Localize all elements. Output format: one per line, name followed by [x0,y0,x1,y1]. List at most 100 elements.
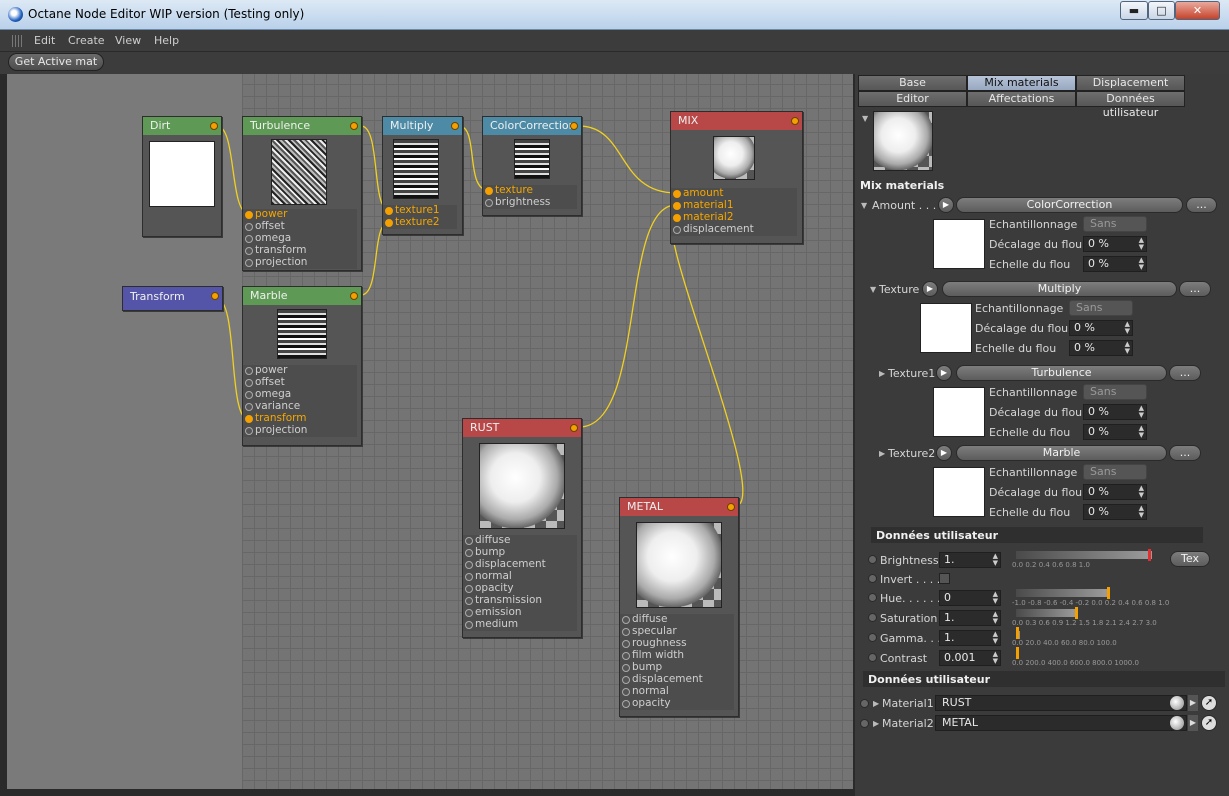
node-transform[interactable]: Transform [122,286,223,311]
amount-shader-button[interactable]: ColorCorrection [956,197,1183,213]
tex-button[interactable]: Tex [1170,551,1210,567]
collapse-arrow-icon[interactable]: ▼ [862,114,868,123]
texture2-more-button[interactable]: ... [1169,445,1201,461]
port-projection[interactable]: projection [243,425,357,437]
material2-anim-radio[interactable] [860,719,869,728]
port-texture2[interactable]: texture2 [383,217,457,229]
texture-link-button[interactable]: ▶ [922,281,938,297]
amount-more-button[interactable]: ... [1186,197,1217,213]
node-colorcorrection[interactable]: ColorCorrection texture brightness [482,116,582,216]
saturation-anim-radio[interactable] [868,613,877,622]
port-brightness[interactable]: brightness [483,197,577,209]
contrast-slider-handle[interactable] [1016,647,1019,659]
gamma-anim-radio[interactable] [868,633,877,642]
brightness-slider-handle[interactable] [1148,549,1151,561]
output-port[interactable] [211,292,219,300]
output-port[interactable] [570,122,578,130]
material1-anim-radio[interactable] [860,699,869,708]
material2-field[interactable]: METAL [935,715,1187,731]
node-marble[interactable]: Marble power offset omega variance trans… [242,286,362,446]
saturation-field[interactable]: 1. ▲ ▼ [939,610,1001,626]
tab-user-data[interactable]: Données utilisateur [1076,91,1185,119]
saturation-slider[interactable] [1016,609,1076,617]
menu-create[interactable]: Create [68,34,105,47]
node-mix[interactable]: MIX amount material1 material2 displacem… [670,111,803,244]
close-button[interactable]: ✕ [1175,1,1220,20]
expand-arrow-icon[interactable]: ▶ [879,449,885,458]
texture2-shader-button[interactable]: Marble [956,445,1167,461]
texture1-shader-button[interactable]: Turbulence [956,365,1167,381]
expand-arrow-icon[interactable]: ▼ [870,285,876,294]
tab-editor[interactable]: Editor [858,91,967,107]
tab-base[interactable]: Base [858,75,967,91]
hue-slider-handle[interactable] [1107,587,1110,599]
tab-displacement[interactable]: Displacement [1076,75,1185,91]
menu-edit[interactable]: Edit [34,34,55,47]
tab-affectations[interactable]: Affectations [967,91,1076,107]
hue-field[interactable]: 0 ▲ ▼ [939,590,1001,606]
invert-checkbox[interactable] [939,573,950,584]
output-port[interactable] [350,122,358,130]
menu-help[interactable]: Help [154,34,179,47]
port-medium[interactable]: medium [463,619,577,631]
sampling-dropdown[interactable]: Sans [1083,464,1147,480]
port-displacement[interactable]: displacement [671,224,797,236]
output-port[interactable] [791,117,799,125]
gamma-slider-handle[interactable] [1016,627,1019,639]
expand-arrow-icon[interactable]: ▼ [861,201,867,210]
amount-link-button[interactable]: ▶ [938,197,954,213]
port-opacity[interactable]: opacity [620,698,734,710]
blur-offset-field[interactable]: 0 % ▲ ▼ [1083,236,1147,252]
material2-pick-icon[interactable]: ➚ [1201,715,1217,731]
contrast-field[interactable]: 0.001 ▲ ▼ [939,650,1001,666]
blur-scale-field[interactable]: 0 % ▲ ▼ [1069,340,1133,356]
get-active-mat-button[interactable]: Get Active mat [8,53,104,71]
maximize-button[interactable]: □ [1148,1,1175,20]
hue-slider[interactable] [1016,589,1108,597]
output-port[interactable] [210,122,218,130]
expand-arrow-icon[interactable]: ▶ [873,699,879,708]
brightness-anim-radio[interactable] [868,555,877,564]
blur-offset-field[interactable]: 0 % ▲ ▼ [1083,404,1147,420]
gamma-field[interactable]: 1. ▲ ▼ [939,630,1001,646]
node-multiply[interactable]: Multiply texture1 texture2 [382,116,463,235]
node-turbulence[interactable]: Turbulence power offset omega transform … [242,116,362,271]
port-projection[interactable]: projection [243,257,357,269]
expand-arrow-icon[interactable]: ▶ [873,719,879,728]
blur-scale-field[interactable]: 0 % ▲ ▼ [1083,256,1147,272]
blur-scale-field[interactable]: 0 % ▲ ▼ [1083,424,1147,440]
tab-mix-materials[interactable]: Mix materials [967,75,1076,91]
node-metal[interactable]: METAL diffuse specular roughness film wi… [619,497,739,717]
texture-shader-button[interactable]: Multiply [942,281,1177,297]
sampling-dropdown[interactable]: Sans [1069,300,1133,316]
brightness-slider[interactable] [1016,551,1152,559]
texture2-link-button[interactable]: ▶ [936,445,952,461]
saturation-slider-handle[interactable] [1075,607,1078,619]
node-canvas[interactable]: Dirt Turbulence power offset omega trans… [7,74,853,789]
sampling-dropdown[interactable]: Sans [1083,384,1147,400]
grip-icon[interactable] [12,35,24,47]
output-port[interactable] [727,503,735,511]
blur-offset-field[interactable]: 0 % ▲ ▼ [1083,484,1147,500]
hue-anim-radio[interactable] [868,593,877,602]
texture-more-button[interactable]: ... [1179,281,1211,297]
material1-field[interactable]: RUST [935,695,1187,711]
blur-scale-field[interactable]: 0 % ▲ ▼ [1083,504,1147,520]
invert-anim-radio[interactable] [868,574,877,583]
node-rust[interactable]: RUST diffuse bump displacement normal op… [462,418,582,638]
output-port[interactable] [570,424,578,432]
material1-pick-icon[interactable]: ➚ [1201,695,1217,711]
texture1-link-button[interactable]: ▶ [936,365,952,381]
output-port[interactable] [451,122,459,130]
material2-menu-button[interactable]: ▶ [1188,715,1198,731]
minimize-button[interactable]: ▬ [1120,1,1148,20]
material1-menu-button[interactable]: ▶ [1188,695,1198,711]
blur-offset-field[interactable]: 0 % ▲ ▼ [1069,320,1133,336]
brightness-field[interactable]: 1. ▲ ▼ [939,552,1001,568]
expand-arrow-icon[interactable]: ▶ [879,369,885,378]
menu-view[interactable]: View [115,34,141,47]
contrast-anim-radio[interactable] [868,653,877,662]
node-dirt[interactable]: Dirt [142,116,222,237]
output-port[interactable] [350,292,358,300]
sampling-dropdown[interactable]: Sans [1083,216,1147,232]
